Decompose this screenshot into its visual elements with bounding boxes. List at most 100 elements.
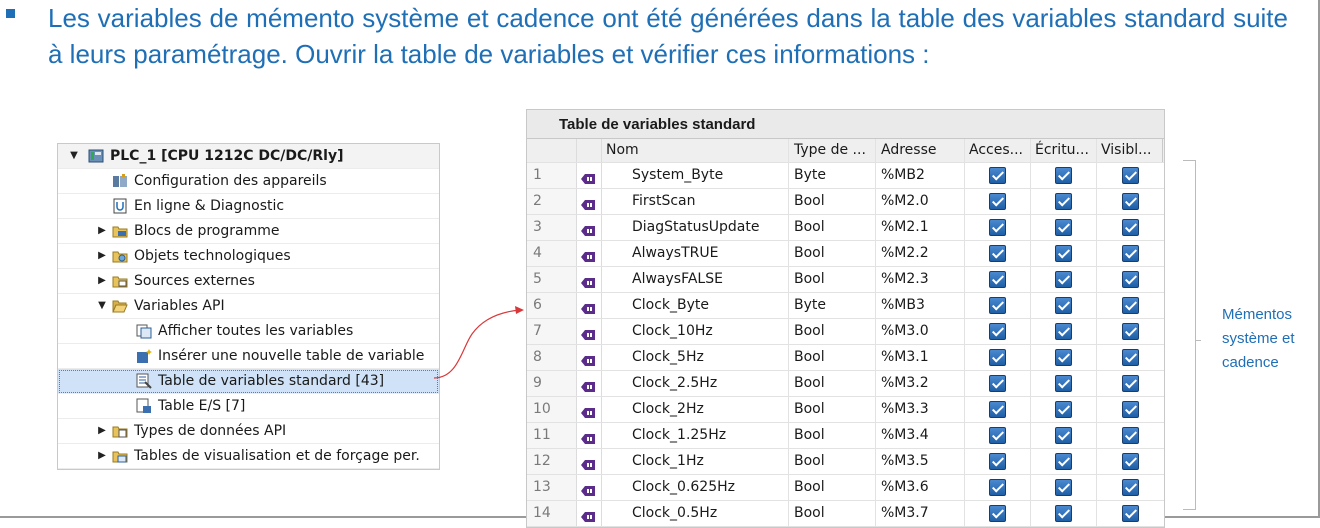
variable-type[interactable]: Bool (789, 345, 876, 370)
variable-address[interactable]: %M3.5 (876, 449, 965, 474)
variable-name[interactable]: Clock_Byte (602, 293, 789, 318)
table-row[interactable]: 10 Clock_2Hz Bool %M3.3 (527, 397, 1164, 423)
access-checkbox[interactable] (989, 505, 1006, 522)
table-row[interactable]: 8 Clock_5Hz Bool %M3.1 (527, 345, 1164, 371)
access-checkbox[interactable] (989, 323, 1006, 340)
write-checkbox[interactable] (1055, 349, 1072, 366)
table-row[interactable]: 9 Clock_2.5Hz Bool %M3.2 (527, 371, 1164, 397)
variable-type[interactable]: Bool (789, 475, 876, 500)
tree-item[interactable]: Table de variables standard [43] (58, 369, 439, 394)
visible-checkbox[interactable] (1121, 193, 1139, 210)
collapsed-arrow-icon[interactable]: ▶ (96, 219, 108, 243)
visible-checkbox[interactable] (1121, 349, 1139, 366)
write-checkbox[interactable] (1055, 245, 1072, 262)
write-checkbox[interactable] (1055, 427, 1072, 444)
project-tree[interactable]: ▼ PLC_1 [CPU 1212C DC/DC/Rly] Configurat… (57, 143, 440, 470)
tree-item[interactable]: ▼ Variables API (58, 294, 439, 319)
variable-address[interactable]: %M2.0 (876, 189, 965, 214)
tree-item[interactable]: Insérer une nouvelle table de variable (58, 344, 439, 369)
write-checkbox[interactable] (1055, 271, 1072, 288)
variable-address[interactable]: %M3.1 (876, 345, 965, 370)
variable-name[interactable]: Clock_0.5Hz (602, 501, 789, 526)
access-checkbox[interactable] (989, 193, 1006, 210)
write-checkbox[interactable] (1055, 375, 1072, 392)
table-row[interactable]: 7 Clock_10Hz Bool %M3.0 (527, 319, 1164, 345)
table-row[interactable]: 11 Clock_1.25Hz Bool %M3.4 (527, 423, 1164, 449)
tree-item-plc-root[interactable]: ▼ PLC_1 [CPU 1212C DC/DC/Rly] (58, 144, 439, 169)
write-checkbox[interactable] (1055, 193, 1072, 210)
access-checkbox[interactable] (989, 479, 1006, 496)
variable-address[interactable]: %M3.6 (876, 475, 965, 500)
visible-checkbox[interactable] (1121, 401, 1139, 418)
variable-address[interactable]: %M3.3 (876, 397, 965, 422)
tree-item[interactable]: Table E/S [7] (58, 394, 439, 419)
collapsed-arrow-icon[interactable]: ▶ (96, 244, 108, 268)
header-access[interactable]: Acces... (965, 139, 1031, 162)
variable-type[interactable]: Byte (789, 163, 876, 188)
visible-checkbox[interactable] (1121, 427, 1139, 444)
variable-address[interactable]: %M2.3 (876, 267, 965, 292)
variable-address[interactable]: %M3.7 (876, 501, 965, 526)
variable-address[interactable]: %MB2 (876, 163, 965, 188)
access-checkbox[interactable] (989, 167, 1006, 184)
variable-type[interactable]: Bool (789, 189, 876, 214)
variable-name[interactable]: AlwaysTRUE (602, 241, 789, 266)
collapsed-arrow-icon[interactable]: ▶ (96, 444, 108, 468)
table-row[interactable]: 6 Clock_Byte Byte %MB3 (527, 293, 1164, 319)
access-checkbox[interactable] (989, 349, 1006, 366)
visible-checkbox[interactable] (1121, 271, 1139, 288)
variable-name[interactable]: Clock_1Hz (602, 449, 789, 474)
variable-name[interactable]: Clock_0.625Hz (602, 475, 789, 500)
access-checkbox[interactable] (989, 297, 1006, 314)
variable-address[interactable]: %MB3 (876, 293, 965, 318)
variable-type[interactable]: Bool (789, 267, 876, 292)
variable-type[interactable]: Bool (789, 501, 876, 526)
variable-table[interactable]: Table de variables standard Nom Type de … (526, 109, 1165, 528)
visible-checkbox[interactable] (1121, 505, 1139, 522)
visible-checkbox[interactable] (1121, 297, 1139, 314)
expanded-arrow-icon[interactable]: ▼ (96, 294, 108, 318)
visible-checkbox[interactable] (1121, 323, 1139, 340)
tree-item[interactable]: Configuration des appareils (58, 169, 439, 194)
variable-name[interactable]: FirstScan (602, 189, 789, 214)
variable-type[interactable]: Bool (789, 371, 876, 396)
table-row[interactable]: 4 AlwaysTRUE Bool %M2.2 (527, 241, 1164, 267)
visible-checkbox[interactable] (1121, 479, 1139, 496)
write-checkbox[interactable] (1055, 297, 1072, 314)
table-row[interactable]: 14 Clock_0.5Hz Bool %M3.7 (527, 501, 1164, 527)
variable-address[interactable]: %M2.1 (876, 215, 965, 240)
write-checkbox[interactable] (1055, 453, 1072, 470)
write-checkbox[interactable] (1055, 219, 1072, 236)
variable-name[interactable]: Clock_10Hz (602, 319, 789, 344)
visible-checkbox[interactable] (1121, 453, 1139, 470)
table-row[interactable]: 1 System_Byte Byte %MB2 (527, 163, 1164, 189)
access-checkbox[interactable] (989, 219, 1006, 236)
variable-address[interactable]: %M3.2 (876, 371, 965, 396)
access-checkbox[interactable] (989, 401, 1006, 418)
write-checkbox[interactable] (1055, 167, 1072, 184)
variable-name[interactable]: System_Byte (602, 163, 789, 188)
access-checkbox[interactable] (989, 375, 1006, 392)
write-checkbox[interactable] (1055, 505, 1072, 522)
write-checkbox[interactable] (1055, 323, 1072, 340)
variable-type[interactable]: Bool (789, 319, 876, 344)
write-checkbox[interactable] (1055, 401, 1072, 418)
header-name[interactable]: Nom (602, 139, 789, 162)
tree-item[interactable]: ▶ Sources externes (58, 269, 439, 294)
tree-item[interactable]: ▶ Types de données API (58, 419, 439, 444)
variable-type[interactable]: Bool (789, 423, 876, 448)
collapsed-arrow-icon[interactable]: ▶ (96, 419, 108, 443)
access-checkbox[interactable] (989, 453, 1006, 470)
variable-type[interactable]: Bool (789, 449, 876, 474)
write-checkbox[interactable] (1055, 479, 1072, 496)
tree-item[interactable]: ▶ Blocs de programme (58, 219, 439, 244)
access-checkbox[interactable] (989, 271, 1006, 288)
table-row[interactable]: 5 AlwaysFALSE Bool %M2.3 (527, 267, 1164, 293)
collapsed-arrow-icon[interactable]: ▶ (96, 269, 108, 293)
header-write[interactable]: Écritu... (1031, 139, 1097, 162)
variable-name[interactable]: Clock_2Hz (602, 397, 789, 422)
header-visible[interactable]: Visibl... (1097, 139, 1163, 162)
header-type[interactable]: Type de ... (789, 139, 876, 162)
table-row[interactable]: 13 Clock_0.625Hz Bool %M3.6 (527, 475, 1164, 501)
access-checkbox[interactable] (989, 245, 1006, 262)
